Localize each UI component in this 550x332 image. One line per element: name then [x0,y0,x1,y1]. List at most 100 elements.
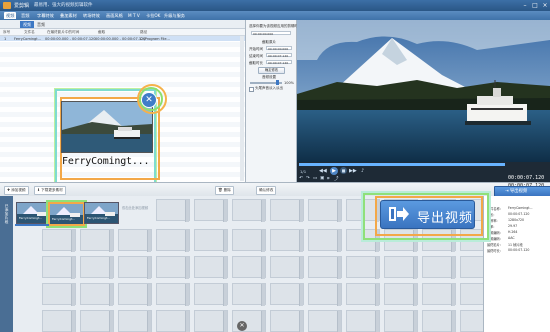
empty-clip-slot[interactable] [194,256,228,279]
clip-slot-handle[interactable] [413,311,417,332]
menu-audio[interactable]: 音频 [19,12,31,19]
empty-clip-slot[interactable] [194,229,228,252]
table-row[interactable]: 1 FerryComingt... 00:00:00.000 - 00:00:0… [0,36,245,41]
empty-clip-slot[interactable] [80,229,114,252]
empty-clip-slot[interactable] [194,199,228,222]
empty-clip-slot[interactable] [118,283,152,306]
download-more-button[interactable]: ⬇ 下载更多素材 [34,186,66,195]
empty-clip-slot[interactable] [270,199,304,222]
clip-slot-handle[interactable] [185,311,189,332]
volume-icon[interactable]: ♪ [361,168,364,174]
empty-clip-slot[interactable] [156,229,190,252]
empty-clip-slot[interactable] [308,310,342,332]
clip-slot-handle[interactable] [71,284,75,306]
clip-slot-handle[interactable] [337,257,341,279]
empty-clip-slot[interactable] [384,256,418,279]
menu-upgrade[interactable]: 升级与服务 [162,12,187,19]
clip-slot-handle[interactable] [261,200,265,222]
export-video-button[interactable]: 导出视频 [380,200,475,229]
clip-slot-handle[interactable] [413,257,417,279]
clip-slot-handle[interactable] [261,284,265,306]
empty-clip-slot[interactable] [80,283,114,306]
empty-clip-slot[interactable] [232,256,266,279]
save-icon[interactable]: ▣ [320,176,324,181]
clip-slot-handle[interactable] [109,311,113,332]
folder-icon[interactable]: ▭ [313,176,317,181]
clip-slot-handle[interactable] [147,284,151,306]
clip-slot-handle[interactable] [71,230,75,252]
minimize-icon[interactable]: – [521,2,529,9]
progress-bar[interactable] [299,163,505,166]
clip-slot-handle[interactable] [375,311,379,332]
clip-slot-handle[interactable] [109,284,113,306]
clip-slot-handle[interactable] [261,311,265,332]
empty-clip-slot[interactable] [42,256,76,279]
clip-slot-handle[interactable] [147,230,151,252]
empty-clip-slot[interactable] [80,310,114,332]
video-preview[interactable] [297,20,550,162]
clip-slot-handle[interactable] [261,230,265,252]
empty-clip-slot[interactable] [270,256,304,279]
empty-clip-slot[interactable] [270,310,304,332]
empty-clip-slot[interactable] [422,310,456,332]
list-scrollbar[interactable] [240,36,244,181]
empty-clip-slot[interactable] [346,310,380,332]
empty-clip-slot[interactable] [156,310,190,332]
step-back-icon[interactable]: ◀◀ [319,168,327,174]
clip-slot-handle[interactable] [299,230,303,252]
timeline-clip[interactable]: FerryComingt... [16,202,51,224]
clip-slot-handle[interactable] [413,284,417,306]
empty-clip-slot[interactable] [422,256,456,279]
start-time-input[interactable]: 00:00:00.000 [266,46,292,51]
timeline-clip[interactable]: FerryComingt... [84,202,119,224]
clip-slot-handle[interactable] [71,311,75,332]
fade-checkbox[interactable] [249,87,254,92]
undo-icon[interactable]: ↶ [299,176,303,181]
clip-slot-handle[interactable] [451,311,455,332]
end-time-input[interactable]: 00:00:07.120 [266,53,292,58]
empty-clip-slot[interactable] [346,256,380,279]
clip-slot-handle[interactable] [337,200,341,222]
step-forward-icon[interactable]: ▶▶ [349,168,357,174]
tab-audio[interactable]: 音频 [34,21,48,28]
duration-input[interactable]: 00:00:07.120 [266,60,292,65]
empty-clip-slot[interactable] [118,256,152,279]
clip-slot-handle[interactable] [223,284,227,306]
empty-clip-slot[interactable] [270,283,304,306]
empty-clip-slot[interactable] [194,283,228,306]
add-clip-placeholder[interactable]: 双击此处添加视频 [120,205,150,210]
empty-clip-slot[interactable] [118,229,152,252]
empty-clip-slot[interactable] [308,229,342,252]
time-input-1[interactable]: 00:00:00.000 [251,31,291,36]
clip-slot-handle[interactable] [147,257,151,279]
clip-slot-handle[interactable] [109,230,113,252]
empty-clip-slot[interactable] [42,310,76,332]
clip-slot-handle[interactable] [71,257,75,279]
clip-slot-handle[interactable] [299,200,303,222]
clip-slot-handle[interactable] [109,257,113,279]
clip-slot-handle[interactable] [223,230,227,252]
clip-slot-handle[interactable] [185,284,189,306]
empty-clip-slot[interactable] [384,283,418,306]
clip-slot-handle[interactable] [223,311,227,332]
menu-subtitle-effects[interactable]: 字幕特效 [35,12,56,19]
menu-styles[interactable]: 画面风格 [104,12,125,19]
video-thumbnail[interactable] [61,101,153,153]
scroll-handle-icon[interactable]: ✕ [237,321,247,331]
clip-slot-handle[interactable] [185,200,189,222]
menu-karaoke[interactable]: 卡拉OK [144,12,162,19]
empty-clip-slot[interactable] [308,283,342,306]
empty-clip-slot[interactable] [270,229,304,252]
empty-clip-slot[interactable] [232,199,266,222]
empty-clip-slot[interactable] [460,310,483,332]
clip-slot-handle[interactable] [299,257,303,279]
clip-slot-handle[interactable] [299,311,303,332]
play-icon[interactable]: ▶ [330,167,338,175]
empty-clip-slot[interactable] [80,256,114,279]
empty-clip-slot[interactable] [232,283,266,306]
empty-clip-slot[interactable] [156,199,190,222]
menu-mtv[interactable]: M T V [126,12,142,19]
empty-clip-slot[interactable] [308,256,342,279]
clip-slot-handle[interactable] [375,284,379,306]
empty-clip-slot[interactable] [156,256,190,279]
